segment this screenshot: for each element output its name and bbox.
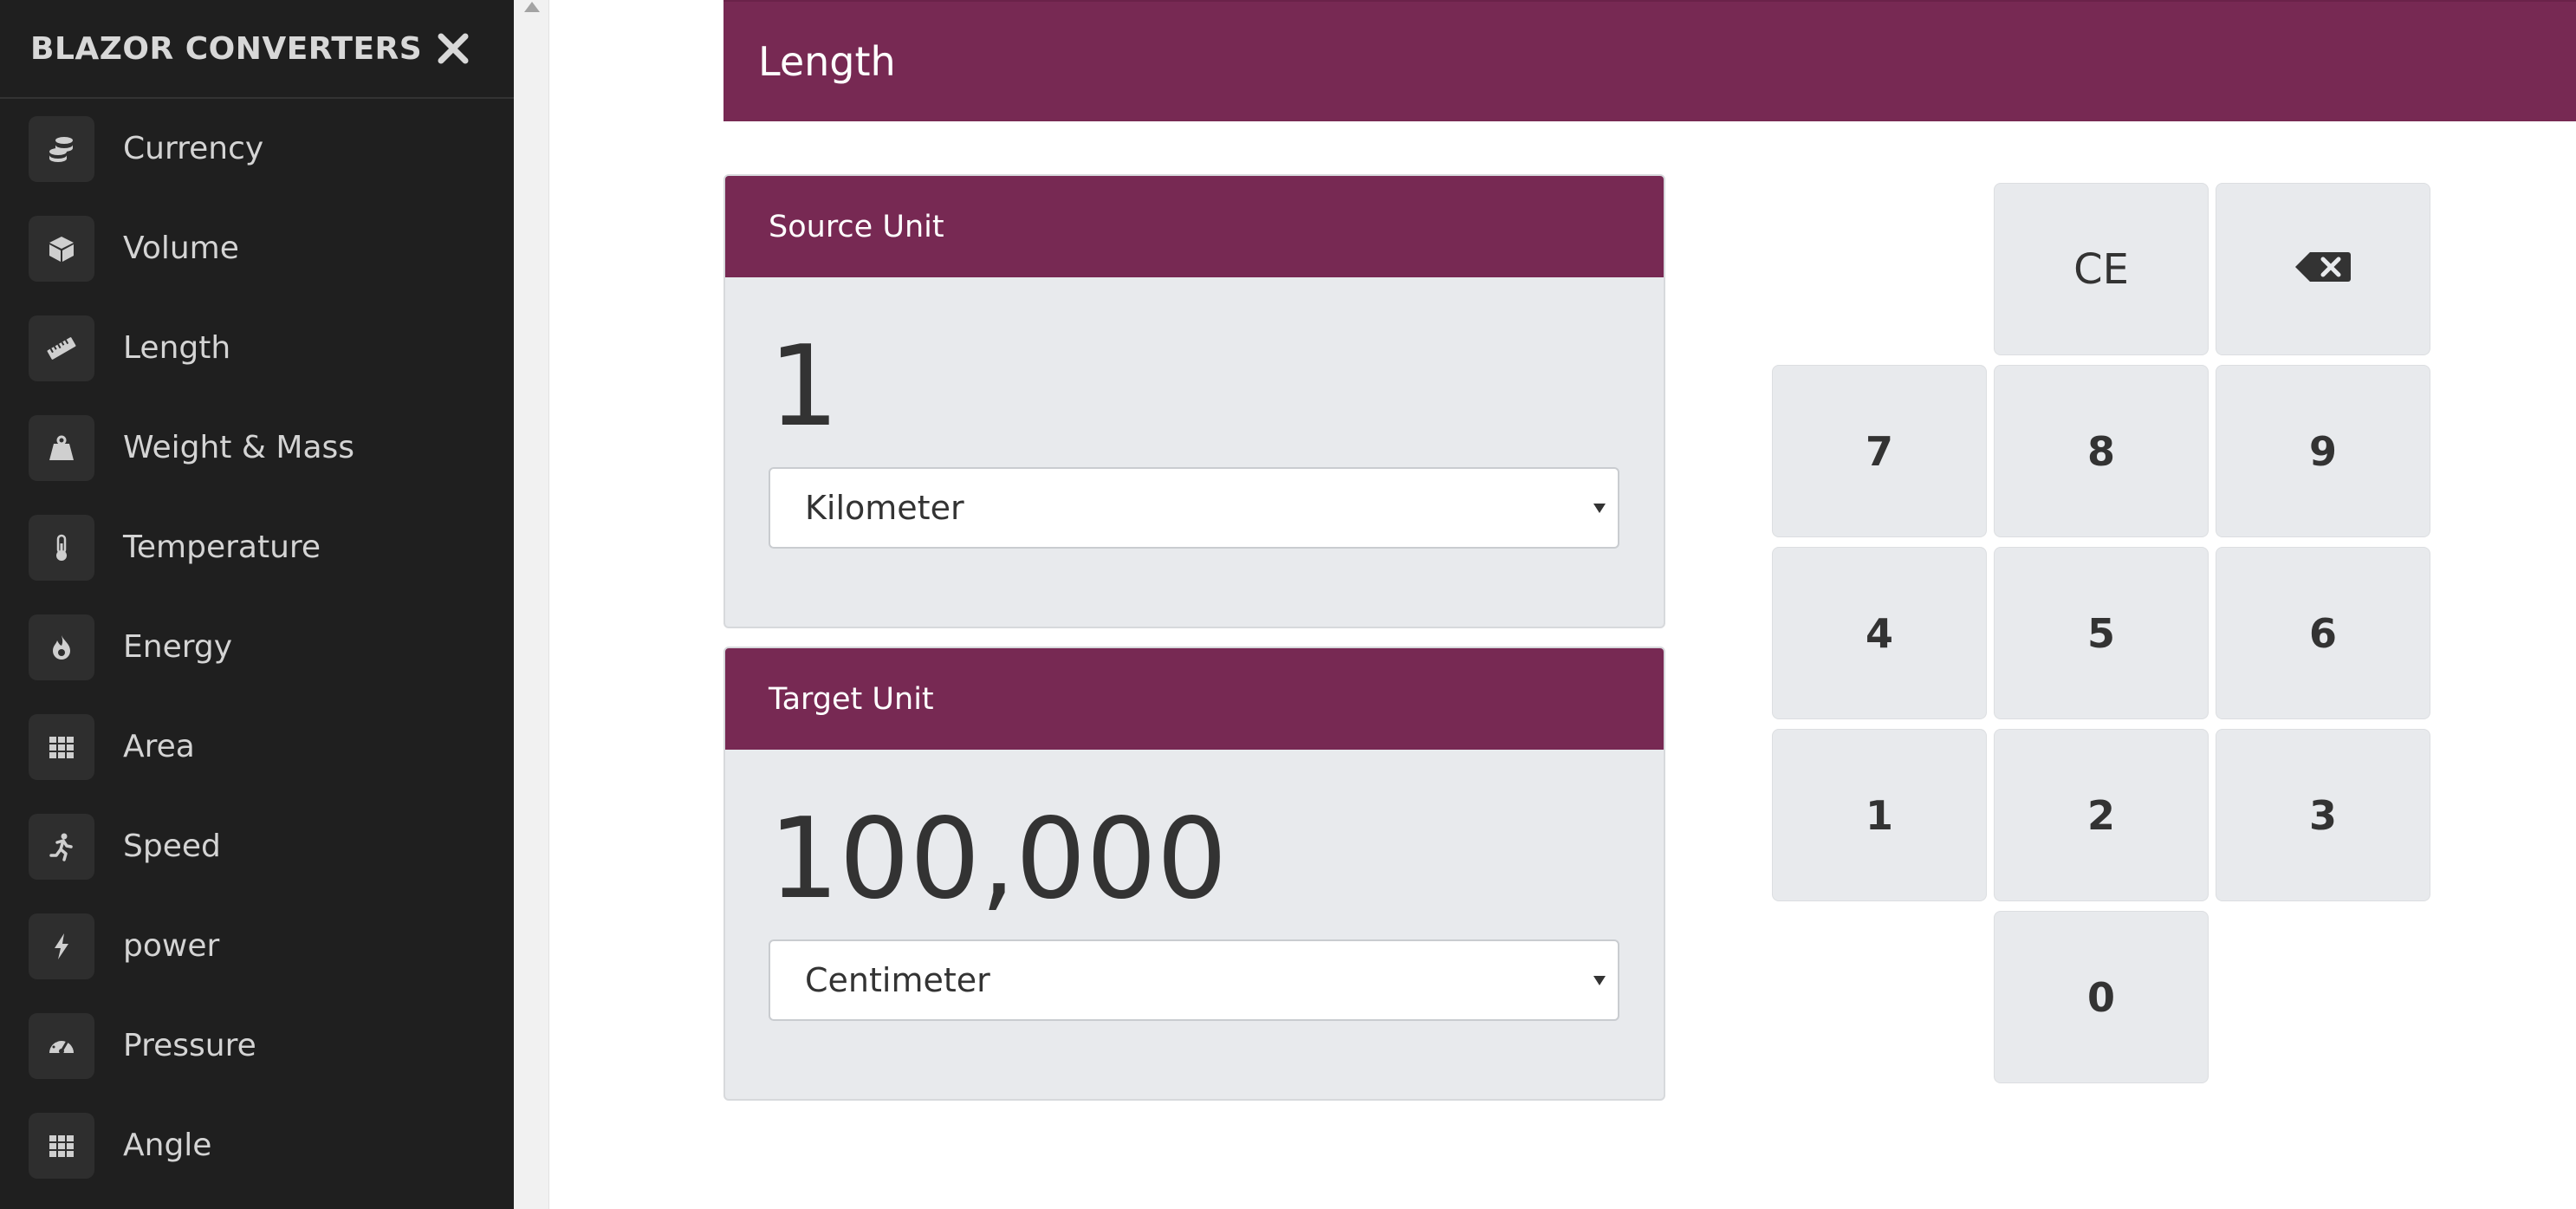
sidebar-item-pressure[interactable]: Pressure: [0, 996, 514, 1095]
sidebar-item-power[interactable]: power: [0, 896, 514, 996]
sidebar-item-label: Angle: [123, 1128, 212, 1163]
digit-4-button[interactable]: 4: [1772, 547, 1987, 719]
backspace-button[interactable]: [2216, 183, 2430, 355]
source-value: 1: [769, 322, 840, 452]
digit-5-button[interactable]: 5: [1994, 547, 2209, 719]
page-title: Length: [758, 38, 896, 85]
source-unit-header: Source Unit: [725, 176, 1664, 277]
scrollbar[interactable]: [514, 0, 549, 1209]
sidebar-item-currency[interactable]: Currency: [0, 99, 514, 198]
dropdown-arrow-icon: [1593, 504, 1606, 513]
sidebar-item-label: Area: [123, 729, 195, 764]
digit-3-button[interactable]: 3: [2216, 729, 2430, 901]
sidebar: BLAZOR CONVERTERS Currency Volume Length…: [0, 0, 514, 1209]
gauge-icon: [29, 1012, 94, 1079]
sidebar-item-weight[interactable]: Weight & Mass: [0, 398, 514, 497]
running-icon: [29, 813, 94, 880]
sidebar-item-area[interactable]: Area: [0, 697, 514, 796]
sidebar-item-energy[interactable]: Energy: [0, 597, 514, 697]
source-unit-select[interactable]: Kilometer: [769, 467, 1619, 549]
digit-2-button[interactable]: 2: [1994, 729, 2209, 901]
source-unit-card: Source Unit 1 Kilometer: [723, 174, 1665, 628]
sidebar-item-length[interactable]: Length: [0, 298, 514, 398]
grid-icon: [29, 1112, 94, 1179]
sidebar-item-label: Speed: [123, 829, 221, 864]
target-unit-selected: Centimeter: [805, 961, 990, 999]
fire-icon: [29, 614, 94, 680]
sidebar-item-label: Weight & Mass: [123, 430, 355, 465]
sidebar-item-volume[interactable]: Volume: [0, 198, 514, 298]
backspace-icon: [2294, 246, 2352, 293]
sidebar-item-angle[interactable]: Angle: [0, 1095, 514, 1195]
target-value: 100,000: [769, 795, 1228, 924]
thermometer-icon: [29, 514, 94, 581]
weight-icon: [29, 414, 94, 481]
sidebar-item-label: Volume: [123, 231, 239, 266]
digit-8-button[interactable]: 8: [1994, 365, 2209, 537]
coins-icon: [29, 115, 94, 182]
sidebar-header: BLAZOR CONVERTERS: [0, 0, 514, 99]
clear-entry-button[interactable]: CE: [1994, 183, 2209, 355]
page-header: Length: [723, 0, 2576, 121]
digit-1-button[interactable]: 1: [1772, 729, 1987, 901]
sidebar-item-label: power: [123, 928, 220, 964]
target-unit-select[interactable]: Centimeter: [769, 939, 1619, 1021]
sidebar-item-temperature[interactable]: Temperature: [0, 497, 514, 597]
sidebar-item-speed[interactable]: Speed: [0, 796, 514, 896]
sidebar-nav: Currency Volume Length Weight & Mass Tem…: [0, 99, 514, 1195]
bolt-icon: [29, 913, 94, 979]
scroll-up-arrow-icon[interactable]: [524, 2, 540, 12]
ruler-icon: [29, 315, 94, 381]
close-icon[interactable]: [432, 28, 474, 69]
sidebar-item-label: Currency: [123, 131, 264, 166]
sidebar-item-label: Energy: [123, 629, 233, 665]
digit-9-button[interactable]: 9: [2216, 365, 2430, 537]
sidebar-item-label: Temperature: [123, 530, 321, 565]
target-unit-card: Target Unit 100,000 Centimeter: [723, 647, 1665, 1101]
source-unit-selected: Kilometer: [805, 489, 964, 527]
dropdown-arrow-icon: [1593, 976, 1606, 985]
digit-6-button[interactable]: 6: [2216, 547, 2430, 719]
grid-icon: [29, 713, 94, 780]
sidebar-item-label: Length: [123, 330, 231, 366]
sidebar-item-label: Pressure: [123, 1028, 256, 1063]
digit-7-button[interactable]: 7: [1772, 365, 1987, 537]
app-title: BLAZOR CONVERTERS: [30, 30, 423, 67]
digit-0-button[interactable]: 0: [1994, 911, 2209, 1083]
cube-icon: [29, 215, 94, 282]
target-unit-header: Target Unit: [725, 648, 1664, 750]
